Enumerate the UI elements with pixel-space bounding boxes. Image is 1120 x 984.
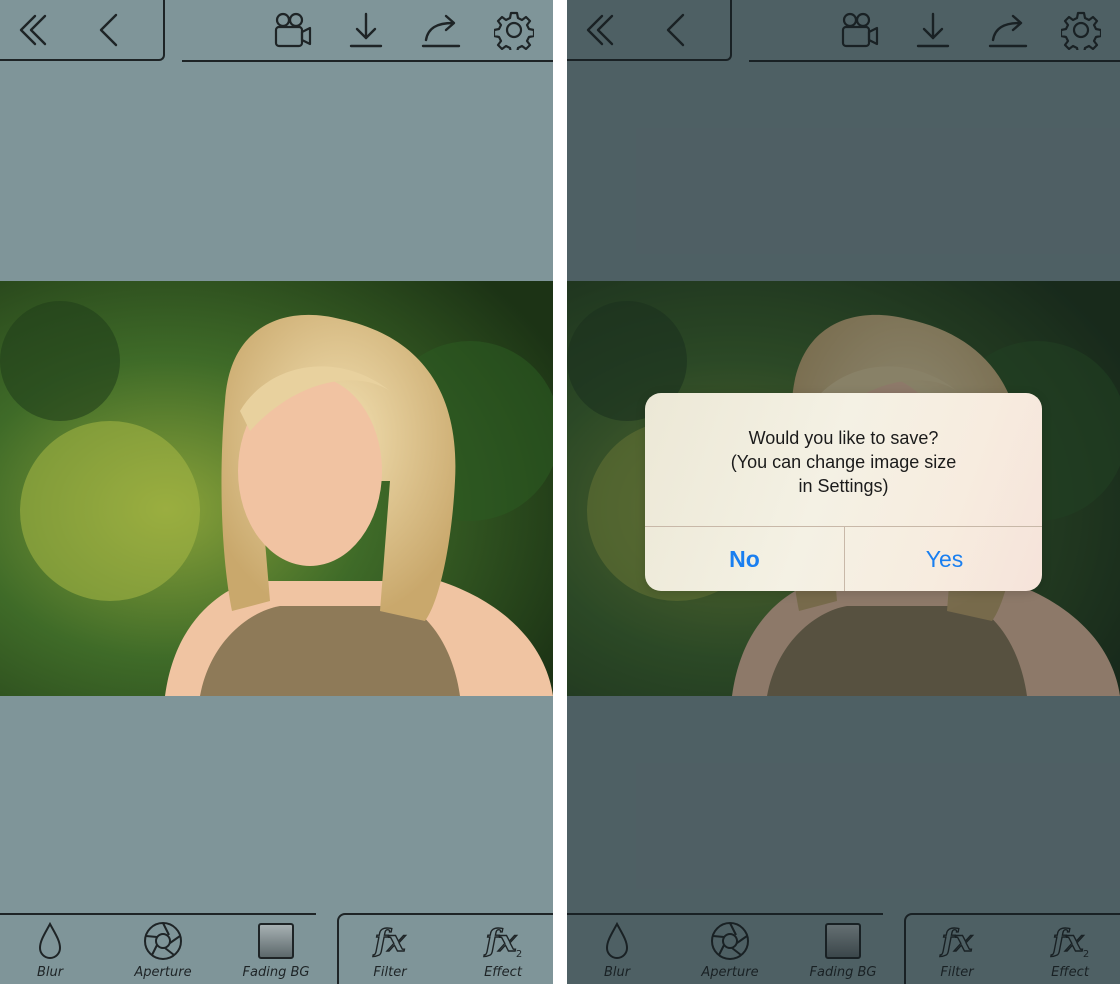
toolbar-divider	[182, 60, 553, 62]
svg-text:2: 2	[516, 949, 522, 960]
fx2-icon: fx 2	[483, 923, 522, 960]
tool-label: Fading BG	[242, 965, 310, 980]
tool-aperture[interactable]: Aperture	[113, 919, 213, 984]
drop-icon	[38, 921, 62, 959]
download-icon[interactable]	[344, 8, 388, 52]
yes-button[interactable]: Yes	[845, 527, 1042, 591]
tool-label: Blur	[36, 965, 64, 980]
save-dialog-message: Would you like to save? (You can change …	[645, 426, 1042, 498]
tool-label: Aperture	[134, 965, 192, 980]
save-dialog: Would you like to save? (You can change …	[645, 393, 1042, 591]
dialog-line: (You can change image size	[730, 452, 957, 472]
top-toolbar	[0, 0, 553, 62]
editor-screen-right: Blur Aperture Fading BG fx Filter fx 2 E…	[567, 0, 1120, 984]
tool-label: Filter	[373, 965, 407, 980]
gear-icon[interactable]	[492, 8, 536, 52]
tool-fading-bg[interactable]: Fading BG	[226, 919, 326, 984]
square-icon	[258, 923, 294, 959]
video-camera-icon[interactable]	[270, 8, 314, 52]
fx-icon: fx	[372, 923, 407, 959]
share-icon[interactable]	[419, 8, 463, 52]
photo-canvas[interactable]	[0, 281, 553, 696]
tool-effect[interactable]: fx 2 Effect	[453, 919, 553, 984]
tool-label: Effect	[484, 965, 522, 980]
svg-text:fx: fx	[484, 924, 518, 959]
dialog-line: in Settings)	[798, 476, 889, 496]
tool-filter[interactable]: fx Filter	[340, 919, 440, 984]
toolbar-divider	[0, 913, 316, 915]
chevron-left-icon[interactable]	[87, 8, 131, 52]
double-chevron-left-icon[interactable]	[13, 8, 57, 52]
screen-gap	[553, 0, 567, 984]
tool-blur[interactable]: Blur	[0, 919, 100, 984]
no-button[interactable]: No	[645, 527, 844, 591]
svg-text:fx: fx	[373, 924, 407, 959]
bottom-toolbar: Blur Aperture Fading BG fx Filter fx 2 E…	[0, 913, 553, 984]
aperture-icon	[144, 922, 182, 960]
editor-screen-left: Blur Aperture Fading BG fx Filter fx 2 E…	[0, 0, 553, 984]
dialog-line: Would you like to save?	[748, 428, 939, 448]
